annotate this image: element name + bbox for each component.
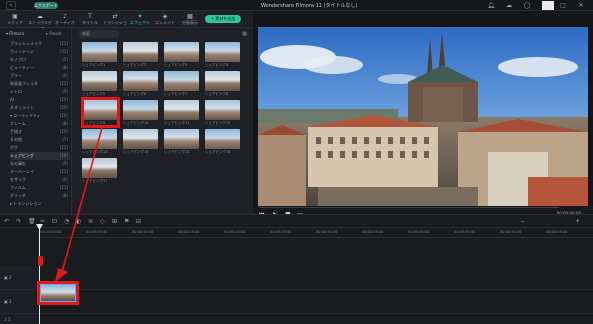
filmora-editor: ‹ エクスポート Wondershare Filmora 11 (タイトルなし)… [0,0,593,324]
drag-arrow [55,127,103,282]
